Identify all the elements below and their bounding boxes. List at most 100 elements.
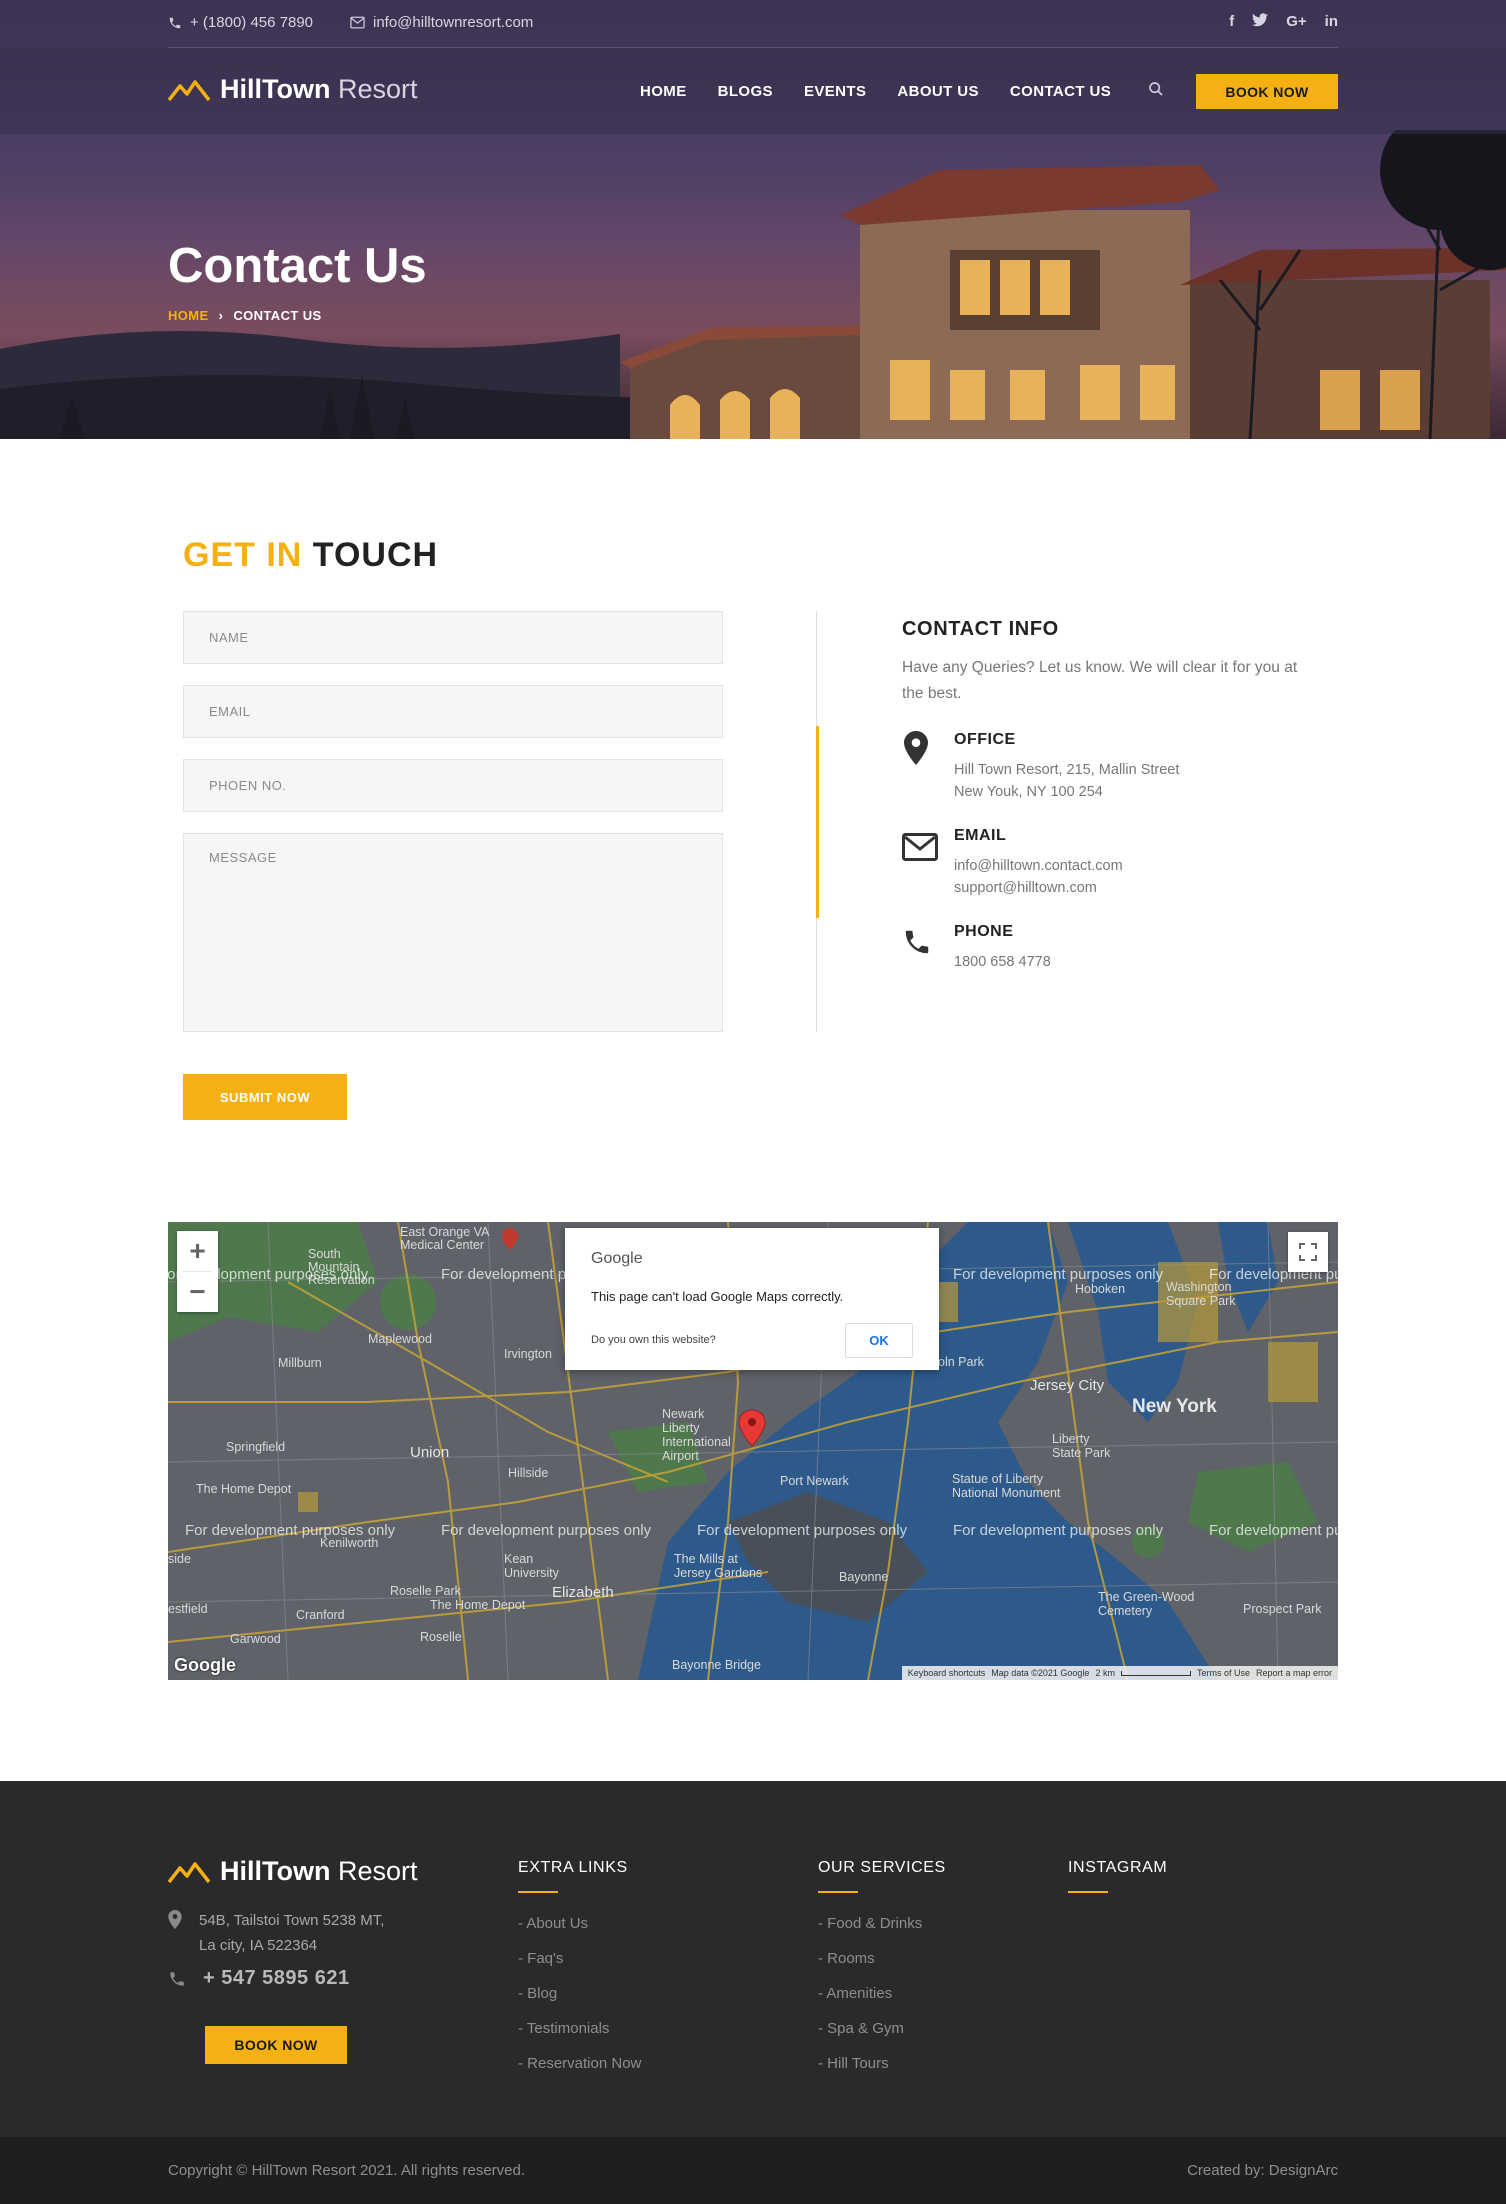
- dev-watermark: For development purposes only: [697, 1522, 908, 1539]
- dev-watermark: For development purposes only: [953, 1522, 1164, 1539]
- top-phone[interactable]: + (1800) 456 7890: [168, 14, 313, 31]
- name-input[interactable]: [184, 612, 722, 663]
- footer-link-reservation[interactable]: - Reservation Now: [518, 2055, 641, 2090]
- main-navbar: HillTown Resort HOME BLOGS EVENTS ABOUT …: [0, 48, 1506, 134]
- map-label-union: Union: [410, 1444, 450, 1461]
- credit-text[interactable]: Created by: DesignArc: [1187, 2162, 1338, 2179]
- brand-logo[interactable]: HillTown Resort: [168, 74, 418, 105]
- map-label-jersey-city: Jersey City: [1030, 1377, 1105, 1394]
- search-icon[interactable]: [1148, 81, 1164, 102]
- top-email[interactable]: info@hilltownresort.com: [350, 14, 533, 31]
- facebook-icon[interactable]: f: [1229, 13, 1234, 31]
- instagram-column: INSTAGRAM: [1068, 1859, 1167, 1893]
- footer-service-tours[interactable]: - Hill Tours: [818, 2055, 946, 2090]
- dev-watermark: For development purposes only: [953, 1266, 1164, 1283]
- map-pin-icon: [168, 1910, 182, 1934]
- footer-phone[interactable]: + 547 5895 621: [203, 1967, 350, 1990]
- email-input[interactable]: [184, 686, 722, 737]
- email-label: EMAIL: [954, 827, 1007, 844]
- map-label-mills: The Mills at Jersey Gardens: [674, 1552, 763, 1580]
- book-now-button[interactable]: BOOK NOW: [1196, 74, 1338, 109]
- dialog-google-logo: Google: [591, 1250, 643, 1267]
- footer-link-blog[interactable]: - Blog: [518, 1985, 641, 2020]
- instagram-title: INSTAGRAM: [1068, 1859, 1168, 1876]
- email-address-1[interactable]: info@hilltown.contact.com: [954, 858, 1123, 874]
- google-map[interactable]: New York Jersey City Newark Liberty Inte…: [168, 1222, 1338, 1680]
- phone-number[interactable]: 1800 658 4778: [954, 954, 1051, 970]
- contact-info-title: CONTACT INFO: [902, 618, 1059, 640]
- phone-icon: [902, 923, 936, 957]
- map-pin-icon: [902, 731, 936, 765]
- dev-watermark: For development purposes only: [1209, 1522, 1338, 1539]
- google-plus-icon[interactable]: G+: [1286, 13, 1306, 31]
- footer-service-spa[interactable]: - Spa & Gym: [818, 2020, 946, 2055]
- twitter-icon[interactable]: [1252, 13, 1269, 31]
- report-error-link[interactable]: Report a map error: [1256, 1668, 1332, 1678]
- breadcrumb-separator: ›: [218, 308, 224, 323]
- email-address-2[interactable]: support@hilltown.com: [954, 880, 1097, 896]
- scale-text[interactable]: 2 km: [1095, 1668, 1115, 1678]
- email-field[interactable]: [183, 685, 723, 738]
- top-bar: + (1800) 456 7890 info@hilltownresort.co…: [0, 0, 1506, 48]
- nav-about-us[interactable]: ABOUT US: [897, 83, 979, 100]
- map-label-cranford: Cranford: [296, 1608, 345, 1622]
- name-field[interactable]: [183, 611, 723, 664]
- footer-link-about[interactable]: - About Us: [518, 1915, 641, 1950]
- dialog-ok-button[interactable]: OK: [845, 1323, 913, 1358]
- map-label-kean: Kean University: [504, 1552, 559, 1580]
- footer-book-now-button[interactable]: BOOK NOW: [205, 2026, 347, 2064]
- top-phone-text: + (1800) 456 7890: [190, 14, 314, 31]
- map-label-home-depot-2: The Home Depot: [430, 1598, 526, 1612]
- site-footer: HillTown Resort 54B, Tailstoi Town 5238 …: [0, 1781, 1506, 2137]
- brand-name-bold: HillTown: [220, 74, 331, 104]
- nav-contact-us[interactable]: CONTACT US: [1010, 83, 1111, 100]
- divider-accent: [816, 726, 819, 918]
- fullscreen-button[interactable]: [1288, 1232, 1328, 1272]
- linkedin-icon[interactable]: in: [1325, 13, 1338, 31]
- footer-service-food[interactable]: - Food & Drinks: [818, 1915, 946, 1950]
- message-input[interactable]: [184, 834, 722, 1031]
- get-in-touch-heading: GET IN TOUCH: [183, 536, 438, 575]
- nav-events[interactable]: EVENTS: [804, 83, 866, 100]
- zoom-out-button[interactable]: −: [177, 1272, 218, 1312]
- breadcrumb-home[interactable]: HOME: [168, 308, 209, 323]
- phone-icon: [169, 17, 181, 28]
- phone-input[interactable]: [184, 760, 722, 811]
- phone-field[interactable]: [183, 759, 723, 812]
- map-label-garwood: Garwood: [230, 1632, 281, 1646]
- heading-rest: TOUCH: [312, 536, 439, 574]
- map-label-bayonne-bridge: Bayonne Bridge: [672, 1658, 761, 1672]
- dialog-message: This page can't load Google Maps correct…: [591, 1289, 844, 1304]
- map-zoom-control: + −: [177, 1231, 218, 1312]
- keyboard-shortcuts-link[interactable]: Keyboard shortcuts: [908, 1668, 986, 1678]
- map-data-text: Map data ©2021 Google: [991, 1668, 1090, 1678]
- office-address-line1: Hill Town Resort, 215, Mallin Street: [954, 762, 1180, 778]
- resort-building-illustration: [620, 130, 1506, 439]
- footer-service-rooms[interactable]: - Rooms: [818, 1950, 946, 1985]
- zoom-in-button[interactable]: +: [177, 1231, 218, 1271]
- map-label-roselle-park: Roselle Park: [390, 1584, 461, 1598]
- terms-link[interactable]: Terms of Use: [1197, 1668, 1250, 1678]
- map-label-home-depot: The Home Depot: [196, 1482, 292, 1496]
- footer-logo[interactable]: HillTown Resort: [168, 1856, 418, 1887]
- map-label-hillside: Hillside: [508, 1466, 549, 1480]
- nav-home[interactable]: HOME: [640, 83, 687, 100]
- contact-info-subtitle: Have any Queries? Let us know. We will c…: [902, 659, 1298, 702]
- extra-links-column: EXTRA LINKS - About Us - Faq's - Blog - …: [518, 1859, 641, 2090]
- footer-link-testimonials[interactable]: - Testimonials: [518, 2020, 641, 2055]
- submit-button[interactable]: SUBMIT NOW: [183, 1074, 347, 1120]
- footer-link-faqs[interactable]: - Faq's: [518, 1950, 641, 1985]
- map-label-new-york: New York: [1132, 1396, 1217, 1417]
- map-label-side: side: [168, 1552, 191, 1566]
- map-label-elizabeth: Elizabeth: [552, 1584, 614, 1601]
- brand-name-light: Resort: [338, 74, 418, 104]
- dev-watermark: For development purposes only: [185, 1522, 396, 1539]
- message-field[interactable]: [183, 833, 723, 1032]
- google-logo[interactable]: Google: [174, 1655, 236, 1676]
- dev-watermark: For development purposes only: [441, 1522, 652, 1539]
- map-label-maplewood: Maplewood: [368, 1332, 432, 1346]
- map-label-millburn: Millburn: [278, 1356, 322, 1370]
- heading-accent: GET IN: [183, 536, 303, 574]
- nav-blogs[interactable]: BLOGS: [718, 83, 773, 100]
- footer-service-amenities[interactable]: - Amenities: [818, 1985, 946, 2020]
